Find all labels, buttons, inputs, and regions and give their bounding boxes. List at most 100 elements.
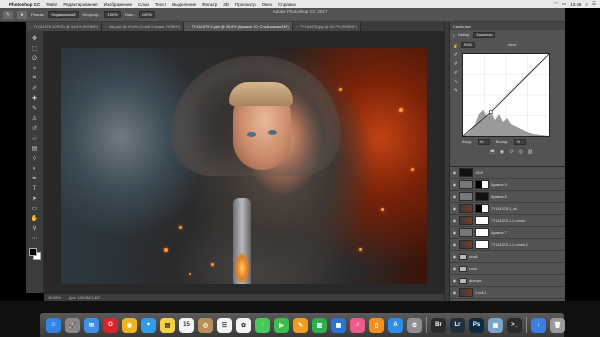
healing-tool-icon[interactable]: ✚ [29, 94, 41, 103]
menu-3d[interactable]: 3D [223, 2, 229, 7]
menu-image[interactable]: Изображение [104, 2, 132, 7]
quick-select-tool-icon[interactable]: ✧ [29, 64, 41, 73]
tab-document-4[interactable]: × 7Y1A0678.jpg @ 92,7% (RGB/8*) [292, 22, 361, 31]
mail-icon[interactable]: ✉ [84, 317, 99, 333]
opera-icon[interactable]: O [103, 317, 118, 333]
reminders-icon[interactable]: ☰ [217, 317, 232, 333]
layer-row[interactable]: ◉ 7Y1A1578-1-2 копия [450, 215, 565, 227]
lasso-tool-icon[interactable]: ʘ [29, 54, 41, 63]
layer-name[interactable]: 7Y1A1578-1-2 копия 2 [491, 243, 528, 247]
pencil-icon[interactable]: ✎ [454, 88, 458, 94]
more-tools-icon[interactable]: ⋯ [29, 234, 41, 243]
layer-row[interactable]: ◉ 7Y1A1578-1_a4 [450, 203, 565, 215]
move-tool-icon[interactable]: ✥ [29, 34, 41, 43]
wifi-icon[interactable]: ◠ [554, 1, 558, 7]
downloads-icon[interactable]: ↓ [531, 317, 546, 333]
brush-size-icon[interactable]: ● [17, 10, 27, 19]
channel-select[interactable]: RGB [460, 42, 475, 48]
input-field[interactable]: 84 [477, 139, 490, 145]
reset-icon[interactable]: ↺ [509, 149, 513, 155]
facetime-icon[interactable]: ▶ [274, 317, 289, 333]
layer-name[interactable]: тона [469, 267, 477, 271]
hand-tool-icon[interactable]: ✋ [29, 214, 41, 223]
pages-icon[interactable]: ✎ [293, 317, 308, 333]
visibility-icon[interactable]: ◎ [518, 149, 522, 155]
eye-icon[interactable]: ◉ [452, 206, 457, 211]
canvas-area[interactable] [44, 31, 444, 293]
lightroom-icon[interactable]: Lr [450, 317, 465, 333]
hand-adjust-icon[interactable]: ☝ [453, 43, 458, 48]
layer-group-row[interactable]: ◉ тона [450, 263, 565, 275]
document-size[interactable]: Док: 128,9M/1,44Г [69, 296, 101, 300]
color-swatches[interactable] [28, 247, 42, 261]
keynote-icon[interactable]: ▦ [331, 317, 346, 333]
tab-document-2[interactable]: × fair.psd @ 40,6% (Слой 4 копия, RGB/8*) [102, 22, 185, 31]
brush-tool-preset-icon[interactable]: ✎ [3, 10, 13, 19]
menu-edit[interactable]: Редактирование [63, 2, 97, 7]
layer-row[interactable]: ◉ Слой 1 [450, 287, 565, 299]
layer-name[interactable]: 1519 [475, 171, 483, 175]
black-point-eyedropper-icon[interactable]: ✐ [454, 52, 458, 58]
itunes-icon[interactable]: ♫ [350, 317, 365, 333]
search-icon[interactable]: ⌕ [585, 2, 588, 7]
numbers-icon[interactable]: ▥ [312, 317, 327, 333]
layer-group-row[interactable]: ◉ фоторе [450, 275, 565, 287]
layer-group-row[interactable]: ◉ small [450, 251, 565, 263]
shape-tool-icon[interactable]: ▭ [29, 204, 41, 213]
layer-row[interactable]: ◉ Кривые 7 [450, 227, 565, 239]
layer-name[interactable]: Кривые 7 [491, 231, 507, 235]
close-icon[interactable]: × [105, 25, 107, 29]
auto-button[interactable]: Авто [508, 43, 516, 47]
contacts-icon[interactable]: ◎ [198, 317, 213, 333]
layer-row[interactable]: ◉ Кривые 8 [450, 191, 565, 203]
white-point-eyedropper-icon[interactable]: ✐ [454, 70, 458, 76]
foreground-color-swatch[interactable] [28, 248, 37, 256]
menu-select[interactable]: Выделение [172, 2, 196, 7]
battery-icon[interactable]: ▭ [562, 1, 566, 7]
properties-tab[interactable]: Свойства [450, 22, 565, 30]
clip-to-layer-icon[interactable]: ⬒ [490, 149, 495, 155]
layer-name[interactable]: Кривые 8 [491, 195, 507, 199]
zoom-tool-icon[interactable]: ⚲ [29, 224, 41, 233]
trash-icon[interactable]: ▥ [528, 149, 533, 155]
layer-name[interactable]: фоторе [469, 279, 481, 283]
close-icon[interactable]: × [29, 25, 31, 29]
tab-document-3[interactable]: × 7Y1A1579-3.psb @ 39,6% (Кривые 10, Слой… [184, 22, 293, 31]
photoshop-icon[interactable]: Ps [469, 317, 484, 333]
layer-name[interactable]: 7Y1A1578-1_a4 [491, 207, 517, 211]
menu-filter[interactable]: Фильтр [202, 2, 217, 7]
system-preferences-icon[interactable]: ⚙ [407, 317, 422, 333]
tab-document-1[interactable]: × 7Y1A1576-12RGD @ 33,6% (RGB/8*) [26, 22, 103, 31]
crop-tool-icon[interactable]: ⌗ [29, 74, 41, 83]
layer-name[interactable]: small [469, 255, 477, 259]
menu-help[interactable]: Справка [278, 2, 296, 7]
menu-file[interactable]: Файл [46, 2, 57, 7]
mode-select[interactable]: Нормальный [48, 11, 79, 18]
pen-tool-icon[interactable]: ✒ [29, 174, 41, 183]
zoom-level[interactable]: 39,65% [48, 296, 61, 300]
eye-icon[interactable]: ◉ [452, 266, 457, 271]
eye-icon[interactable]: ◉ [452, 194, 457, 199]
menu-app-name[interactable]: Photoshop CC [9, 2, 40, 7]
menu-layers[interactable]: Слои [138, 2, 149, 7]
history-brush-tool-icon[interactable]: ↺ [29, 124, 41, 133]
eye-icon[interactable]: ◉ [452, 278, 457, 283]
type-tool-icon[interactable]: T [29, 184, 41, 193]
gray-point-eyedropper-icon[interactable]: ✐ [454, 61, 458, 67]
ibooks-icon[interactable]: ▯ [369, 317, 384, 333]
terminal-icon[interactable]: >_ [507, 317, 522, 333]
eraser-tool-icon[interactable]: ▱ [29, 134, 41, 143]
layer-row[interactable]: ◉ 1519 [450, 167, 565, 179]
gradient-tool-icon[interactable]: ▤ [29, 144, 41, 153]
close-icon[interactable]: × [296, 25, 298, 29]
chrome-icon[interactable]: ◉ [122, 317, 137, 333]
brush-tool-icon[interactable]: ✎ [29, 104, 41, 113]
menubar-clock[interactable]: 13:48 [570, 2, 581, 7]
eye-icon[interactable]: ◉ [452, 182, 457, 187]
eye-icon[interactable]: ◉ [452, 290, 457, 295]
layer-name[interactable]: Слой 1 [475, 291, 487, 295]
safari-icon[interactable]: ⌖ [141, 317, 156, 333]
launchpad-icon[interactable]: 🚀 [65, 317, 80, 333]
preset-select[interactable]: Заказная [473, 32, 496, 38]
bridge-icon[interactable]: Br [431, 317, 446, 333]
